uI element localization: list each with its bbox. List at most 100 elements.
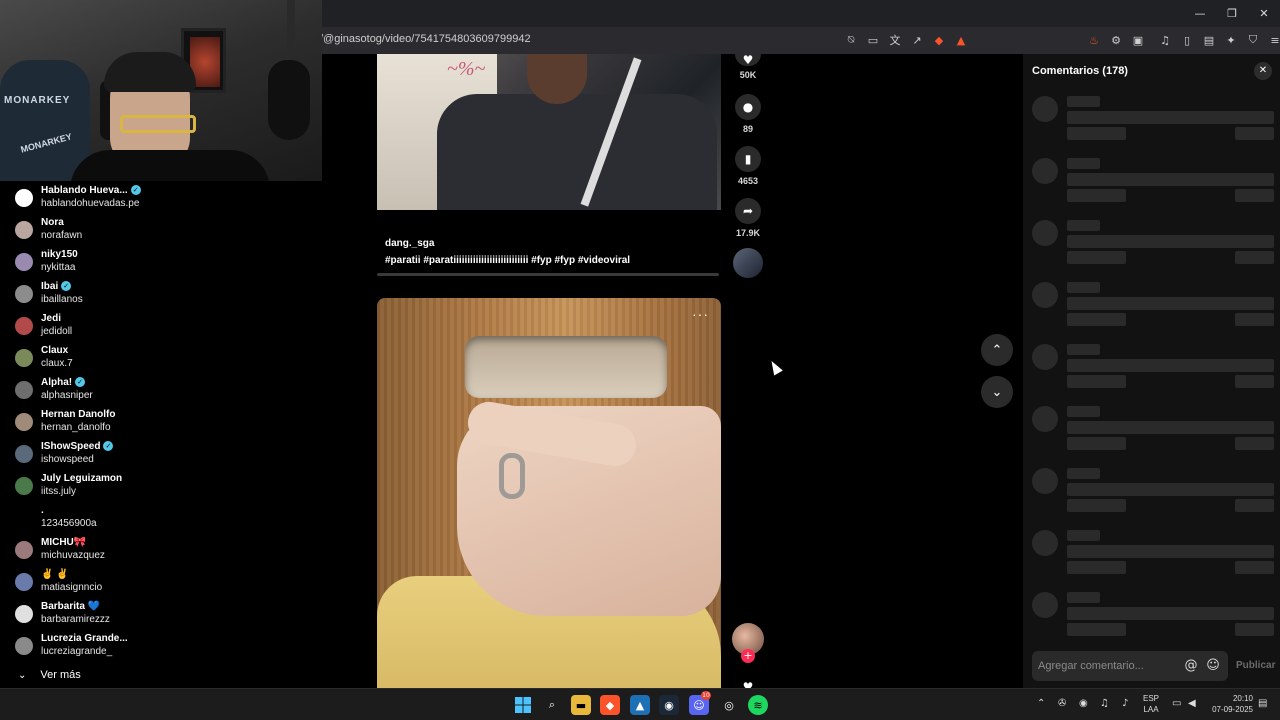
chat-user-row[interactable]: niky150 nykittaa: [0, 246, 322, 278]
tray-app-icon[interactable]: ✇: [1058, 698, 1066, 709]
avatar[interactable]: [15, 189, 33, 207]
close-window-icon[interactable]: ✕: [1248, 0, 1280, 27]
maximize-icon[interactable]: ❐: [1216, 0, 1248, 27]
previous-video-button[interactable]: ⌃: [981, 334, 1013, 366]
chat-user-row[interactable]: Jedi jedidoll: [0, 310, 322, 342]
volume-icon[interactable]: ◀: [1188, 698, 1196, 709]
tray-chevron-icon[interactable]: ⌃: [1037, 698, 1045, 709]
wallet-icon[interactable]: ▤: [1202, 31, 1216, 49]
minimize-icon[interactable]: —: [1184, 0, 1216, 27]
comment-action[interactable]: ● 89: [735, 94, 761, 134]
chat-user-handle: norafawn: [41, 230, 83, 241]
avatar[interactable]: [15, 285, 33, 303]
address-bar-url[interactable]: /@ginasotog/video/7541754803609799942: [320, 33, 531, 45]
puzzle-icon[interactable]: ⚙: [1109, 31, 1123, 49]
chat-user-row[interactable]: Barbarita 💙 barbaramirezzz: [0, 598, 322, 630]
chat-user-row[interactable]: . 123456900a: [0, 502, 322, 534]
more-options-icon[interactable]: ···: [692, 306, 709, 322]
share-icon[interactable]: ↗: [910, 31, 924, 49]
comment-icon[interactable]: ●: [735, 94, 761, 120]
heart-icon[interactable]: ♥: [735, 53, 761, 67]
sidebar-icon[interactable]: ▯: [1180, 31, 1194, 49]
avatar[interactable]: [15, 381, 33, 399]
avatar[interactable]: [15, 477, 33, 495]
avatar[interactable]: [15, 221, 33, 239]
brave-browser-icon[interactable]: ◆: [600, 695, 620, 715]
avatar[interactable]: [15, 317, 33, 335]
publish-button[interactable]: Publicar: [1236, 660, 1275, 671]
vpn-icon[interactable]: ⛉: [1246, 31, 1260, 49]
screenshot-icon[interactable]: ▣: [1131, 31, 1145, 49]
chat-user-row[interactable]: MICHU🎀 michuvazquez: [0, 534, 322, 566]
chat-user-row[interactable]: Claux claux.7: [0, 342, 322, 374]
video1-hashtags[interactable]: #paratii #paratiiiiiiiiiiiiiiiiiiiiiiiii…: [385, 255, 630, 266]
video-player-1[interactable]: ~%~: [377, 54, 721, 210]
chat-user-name-text: Lucrezia Grande...: [41, 633, 128, 644]
see-more-button[interactable]: ⌄ Ver más: [18, 669, 81, 681]
photos-icon[interactable]: ▲: [630, 695, 650, 715]
chat-user-row[interactable]: July Leguizamon iitss.july: [0, 470, 322, 502]
obs-icon[interactable]: ◎: [719, 695, 739, 715]
headphones-icon[interactable]: ♫: [1100, 698, 1109, 709]
sound-avatar[interactable]: [733, 248, 763, 278]
microphone-icon[interactable]: ♪: [1122, 698, 1128, 709]
network-icon[interactable]: ▭: [1172, 698, 1181, 709]
avatar[interactable]: [15, 573, 33, 591]
translate-icon[interactable]: 文: [888, 31, 902, 49]
chat-user-row[interactable]: Hablando Hueva... ✓ hablandohuevadas.pe: [0, 182, 322, 214]
spotify-icon[interactable]: ≋: [748, 695, 768, 715]
like-action[interactable]: ♥ 50K: [735, 53, 761, 80]
comment-input-box[interactable]: @ ☺: [1032, 651, 1228, 681]
video1-username[interactable]: dang._sga: [385, 238, 434, 249]
skeleton-block: [1067, 96, 1100, 107]
steam-icon[interactable]: ◉: [659, 695, 679, 715]
search-icon[interactable]: ⌕: [542, 695, 562, 715]
language-indicator[interactable]: ESP LAA: [1143, 693, 1159, 715]
chat-user-row[interactable]: Nora norafawn: [0, 214, 322, 246]
avatar[interactable]: [15, 509, 33, 527]
media-icon[interactable]: ♫: [1158, 31, 1172, 49]
save-count: 4653: [737, 176, 759, 186]
close-icon[interactable]: ✕: [1254, 62, 1272, 80]
comment-input[interactable]: [1038, 657, 1178, 675]
chat-user-row[interactable]: IShowSpeed ✓ ishowspeed: [0, 438, 322, 470]
chat-user-row[interactable]: Alpha! ✓ alphasniper: [0, 374, 322, 406]
brave-rewards-icon[interactable]: ▲: [954, 31, 968, 49]
chat-user-row[interactable]: Ibai ✓ ibaillanos: [0, 278, 322, 310]
video-player-2[interactable]: ···: [377, 298, 721, 688]
windows-start-icon[interactable]: [513, 695, 533, 715]
mouse-cursor: [767, 358, 783, 376]
tray-steam-icon[interactable]: ◉: [1079, 698, 1088, 709]
chat-user-row[interactable]: ✌️ ✌️ matiasignncio: [0, 566, 322, 598]
next-video-button[interactable]: ⌄: [981, 376, 1013, 408]
extension-fire-icon[interactable]: ♨: [1087, 31, 1101, 49]
chat-user-row[interactable]: Hernan Danolfo hernan_danolfo: [0, 406, 322, 438]
verified-icon: ✓: [130, 185, 141, 196]
reader-off-icon[interactable]: ⍉: [844, 31, 858, 49]
mention-icon[interactable]: @: [1182, 657, 1200, 675]
avatar[interactable]: [15, 349, 33, 367]
avatar[interactable]: [15, 253, 33, 271]
avatar[interactable]: [15, 413, 33, 431]
avatar[interactable]: [15, 541, 33, 559]
notifications-icon[interactable]: ▤: [1258, 698, 1267, 709]
avatar[interactable]: [15, 445, 33, 463]
cast-icon[interactable]: ▭: [866, 31, 880, 49]
avatar[interactable]: [15, 605, 33, 623]
save-action[interactable]: ▮ 4653: [735, 146, 761, 186]
brave-shield-icon[interactable]: ◆: [932, 31, 946, 49]
video1-progress[interactable]: [377, 273, 719, 276]
leo-icon[interactable]: ✦: [1224, 31, 1238, 49]
emoji-icon[interactable]: ☺: [1204, 657, 1222, 675]
bookmark-icon[interactable]: ▮: [735, 146, 761, 172]
clock[interactable]: 20:10 07-09-2025: [1205, 693, 1253, 715]
chat-user-row[interactable]: Lucrezia Grande... lucreziagrande_: [0, 630, 322, 662]
skeleton-block: [1235, 437, 1274, 450]
file-explorer-icon[interactable]: ▬: [571, 695, 591, 715]
avatar[interactable]: [15, 637, 33, 655]
share-arrow-icon[interactable]: ➦: [735, 198, 761, 224]
skeleton-block: [1235, 127, 1274, 140]
share-action[interactable]: ➦ 17.9K: [735, 198, 761, 238]
menu-icon[interactable]: ≡: [1268, 31, 1280, 49]
follow-plus-icon[interactable]: +: [741, 649, 755, 663]
